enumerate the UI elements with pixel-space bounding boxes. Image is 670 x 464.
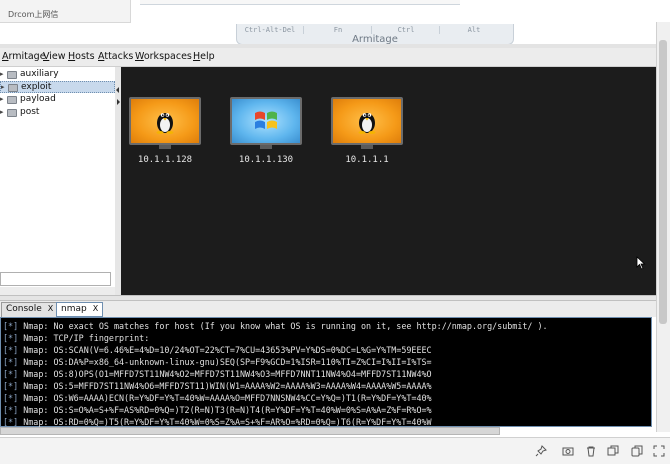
tree-item-label: post	[20, 107, 40, 117]
windows-logo-icon	[255, 111, 277, 129]
tree-item-auxiliary[interactable]: ▸ auxiliary	[0, 69, 115, 81]
outer-scrollbar-thumb[interactable]	[659, 40, 667, 324]
tab-label: Console	[6, 304, 42, 314]
tree-item-label: exploit	[21, 82, 52, 92]
host-monitor[interactable]	[230, 97, 302, 145]
tab-console[interactable]: Console X	[1, 302, 59, 317]
console-line-text: Nmap: OS:5=MFFD7ST11NW4%O6=MFFD7ST11)WIN…	[23, 381, 432, 391]
menu-workspaces-label: orkspaces	[143, 51, 192, 62]
tree-item-payload[interactable]: ▸ payload	[0, 94, 115, 106]
kvm-ctrl-alt-del-button[interactable]: Ctrl-Alt-Del	[237, 26, 304, 34]
menu-workspaces-mnemonic: W	[135, 51, 144, 62]
expand-icon[interactable]: ▸	[0, 70, 4, 78]
browser-tab[interactable]: Drcom上网信	[0, 0, 131, 23]
console-line-prefix: [*]	[3, 357, 19, 367]
console-line: [*] Nmap: OS:5=MFFD7ST11NW4%O6=MFFD7ST11…	[3, 381, 432, 391]
folder-icon	[7, 71, 17, 79]
menu-attacks[interactable]: Attacks	[98, 51, 133, 62]
folder-icon	[8, 84, 18, 92]
console-line-text: Nmap: OS:SCAN(V=6.46%E=4%D=10/24%OT=22%C…	[23, 345, 432, 355]
tux-icon	[156, 113, 174, 134]
fullscreen-icon[interactable]	[652, 444, 666, 458]
console-line-prefix: [*]	[3, 393, 19, 403]
console-line-text: Nmap: OS:W6=AAAA)ECN(R=Y%DF=Y%T=40%W=AAA…	[23, 393, 432, 403]
console-line-text: Nmap: OS:S=O%A=S+%F=AS%RD=0%Q=)T2(R=N)T3…	[23, 405, 432, 415]
console-line-prefix: [*]	[3, 345, 19, 355]
console-line: [*] Nmap: OS:RD=0%Q=)T5(R=Y%DF=Y%T=40%W=…	[3, 417, 432, 427]
menu-hosts-label: osts	[75, 51, 95, 62]
tab-close-button[interactable]: X	[93, 304, 98, 313]
menu-attacks-label: ttacks	[104, 51, 134, 62]
console-line-prefix: [*]	[3, 381, 19, 391]
console-line-prefix: [*]	[3, 417, 19, 427]
console-horizontal-scrollbar[interactable]	[0, 427, 500, 435]
console-line: [*] Nmap: TCP/IP fingerprint:	[3, 333, 149, 343]
trash-icon[interactable]	[584, 444, 598, 458]
console-line: [*] Nmap: No exact OS matches for host (…	[3, 321, 548, 331]
tab-nmap[interactable]: nmap X	[56, 302, 104, 317]
expand-icon[interactable]: ▸	[1, 83, 5, 91]
menu-view[interactable]: View	[43, 51, 66, 62]
host-ip-label: 10.1.1.128	[137, 155, 193, 165]
menu-help[interactable]: Help	[193, 51, 215, 62]
console-line-text: Nmap: OS:8)OPS(O1=MFFD7ST11NW4%O2=MFFD7S…	[23, 369, 432, 379]
tree-item-post[interactable]: ▸ post	[0, 107, 115, 119]
tux-icon	[358, 113, 376, 134]
host-monitor[interactable]	[331, 97, 403, 145]
console-line-text: Nmap: TCP/IP fingerprint:	[23, 333, 150, 343]
monitor-stand	[260, 145, 272, 149]
screenshot-icon[interactable]	[561, 444, 575, 458]
console-line: [*] Nmap: OS:S=O%A=S+%F=AS%RD=0%Q=)T2(R=…	[3, 405, 432, 415]
nmap-console-output[interactable]: [*] Nmap: No exact OS matches for host (…	[0, 317, 652, 427]
console-line: [*] Nmap: OS:SCAN(V=6.46%E=4%D=10/24%OT=…	[3, 345, 432, 355]
console-line-prefix: [*]	[3, 333, 19, 343]
monitor-stand	[159, 145, 171, 149]
tab-close-button[interactable]: X	[48, 304, 53, 313]
expand-icon[interactable]: ▸	[0, 95, 4, 103]
kvm-control-bar: Ctrl-Alt-Del Fn Ctrl Alt Armitage	[236, 24, 514, 45]
menu-help-label: elp	[200, 51, 215, 62]
menu-view-label: iew	[49, 51, 66, 62]
folder-icon	[7, 109, 17, 117]
tab-label: nmap	[61, 304, 87, 314]
tree-item-label: payload	[20, 94, 56, 104]
menu-workspaces[interactable]: Workspaces	[135, 51, 192, 62]
copy-icon[interactable]	[630, 444, 644, 458]
host-ip-label: 10.1.1.130	[238, 155, 294, 165]
console-line: [*] Nmap: OS:W6=AAAA)ECN(R=Y%DF=Y%T=40%W…	[3, 393, 432, 403]
console-line-prefix: [*]	[3, 369, 19, 379]
menu-armitage-label: rmitage	[8, 51, 46, 62]
remote-toolbar	[140, 0, 460, 5]
remote-toolbar-bottom	[0, 437, 670, 464]
tab-strip: Console X nmap X	[0, 301, 656, 317]
console-line-text: Nmap: No exact OS matches for host (If y…	[23, 321, 548, 331]
kvm-alt-button[interactable]: Alt	[441, 26, 507, 34]
mouse-cursor-icon	[636, 256, 646, 270]
restore-window-icon[interactable]	[606, 444, 620, 458]
browser-tab-label: Drcom上网信	[8, 10, 59, 19]
module-search-input[interactable]	[0, 272, 111, 286]
tree-item-exploit[interactable]: ▸ exploit	[0, 81, 115, 93]
console-line-prefix: [*]	[3, 321, 19, 331]
expand-icon[interactable]: ▸	[0, 108, 4, 116]
menu-bar: Armitage View Hosts Attacks Workspaces H…	[0, 48, 656, 67]
menu-armitage[interactable]: Armitage	[2, 51, 46, 62]
console-line-text: Nmap: OS:DA%P=x86_64-unknown-linux-gnu)S…	[23, 357, 432, 367]
kvm-fn-button[interactable]: Fn	[305, 26, 372, 34]
kvm-ctrl-button[interactable]: Ctrl	[373, 26, 440, 34]
folder-icon	[7, 96, 17, 104]
module-tree: ▸ auxiliary ▸ exploit ▸ payload ▸ post	[0, 67, 116, 272]
console-line-prefix: [*]	[3, 405, 19, 415]
targets-graph[interactable]: 10.1.1.128 10.1.1.130 10.1.1.1	[121, 67, 656, 295]
pin-icon[interactable]	[534, 444, 548, 458]
console-line: [*] Nmap: OS:8)OPS(O1=MFFD7ST11NW4%O2=MF…	[3, 369, 432, 379]
console-line-text: Nmap: OS:RD=0%Q=)T5(R=Y%DF=Y%T=40%W=0%S=…	[23, 417, 432, 427]
host-monitor[interactable]	[129, 97, 201, 145]
console-line: [*] Nmap: OS:DA%P=x86_64-unknown-linux-g…	[3, 357, 432, 367]
menu-hosts[interactable]: Hosts	[68, 51, 95, 62]
monitor-stand	[361, 145, 373, 149]
host-ip-label: 10.1.1.1	[345, 155, 389, 165]
tree-item-label: auxiliary	[20, 69, 59, 79]
